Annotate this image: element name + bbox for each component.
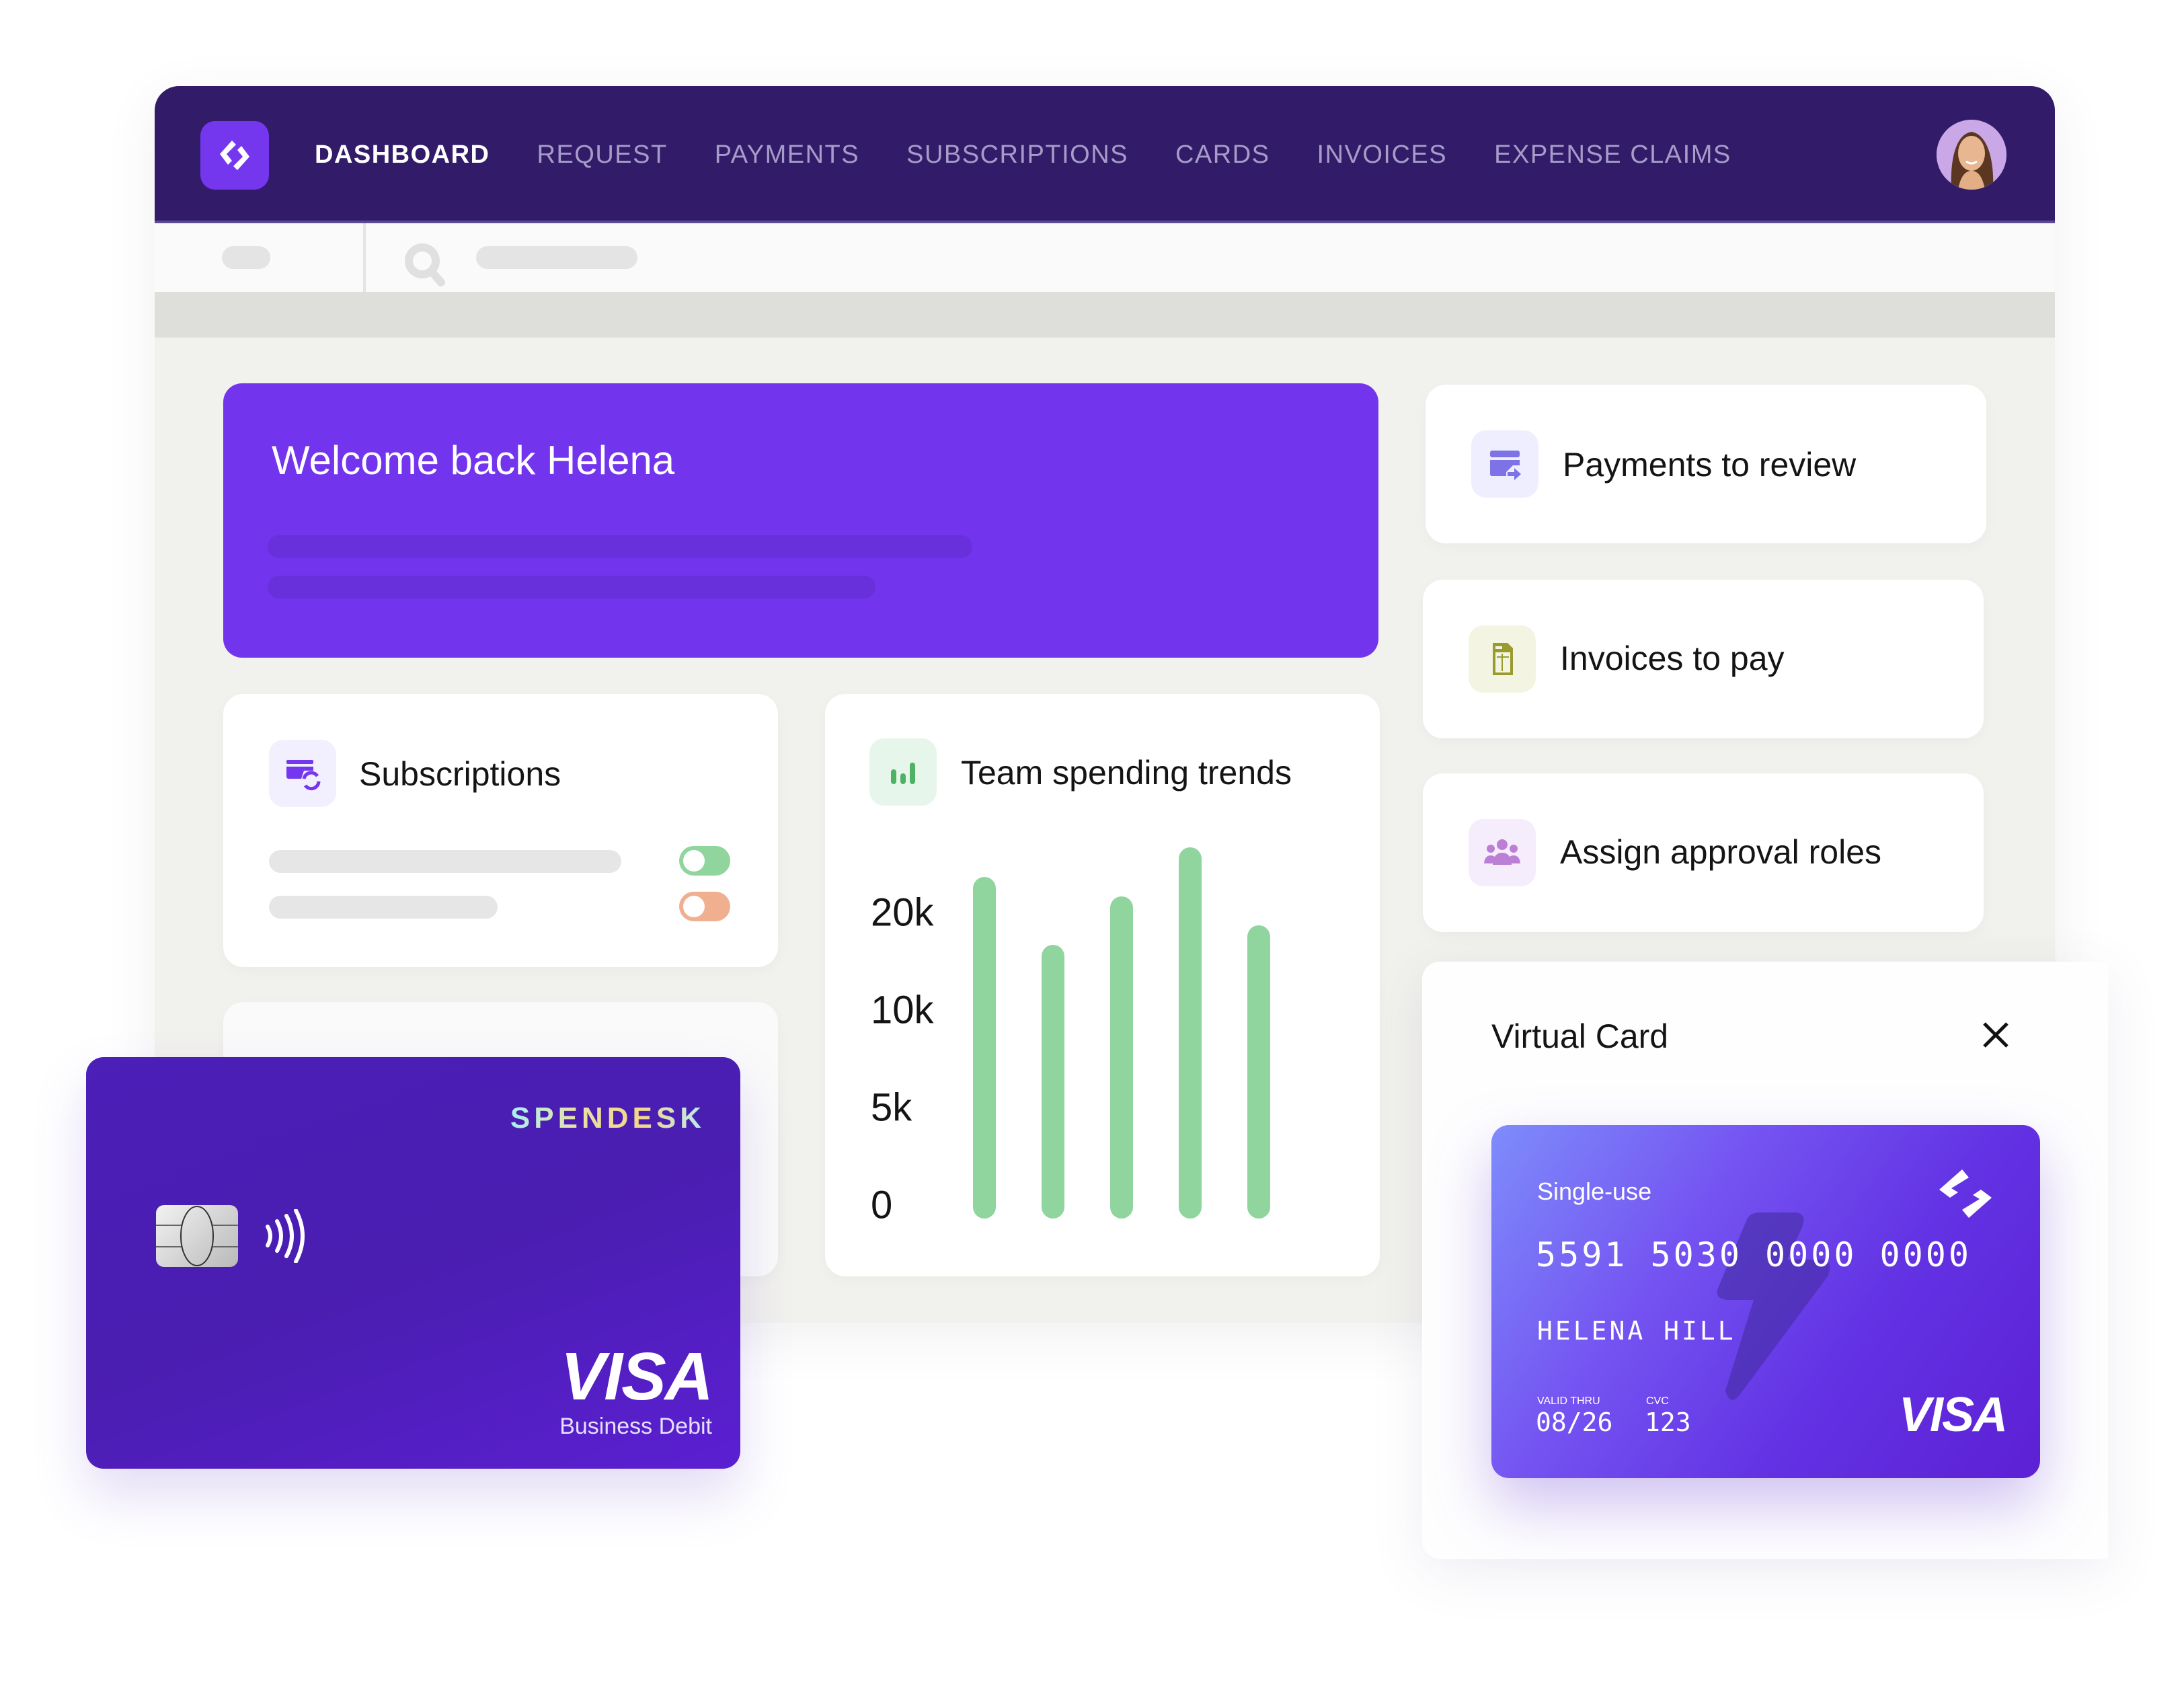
- card-number: 5591 5030 0000 0000: [1536, 1235, 1972, 1274]
- y-tick-label: 5k: [871, 1085, 912, 1130]
- nav-request[interactable]: REQUEST: [537, 141, 668, 169]
- welcome-placeholder-line: [268, 576, 875, 599]
- nav-subscriptions[interactable]: SUBSCRIPTIONS: [906, 141, 1128, 169]
- spending-chart: 0 5k 10k 20k: [825, 694, 1380, 1276]
- visa-logo: VISA: [1898, 1388, 2008, 1442]
- valid-thru-label: VALID THRU: [1537, 1395, 1600, 1407]
- quick-action-label: Assign approval roles: [1560, 833, 1882, 871]
- chart-bar[interactable]: [973, 876, 996, 1219]
- chart-bar[interactable]: [1247, 925, 1270, 1219]
- subscription-toggle[interactable]: [679, 846, 730, 876]
- invoice-icon: [1469, 625, 1536, 693]
- top-nav: DASHBOARD REQUEST PAYMENTS SUBSCRIPTIONS…: [155, 86, 2055, 223]
- chart-bar[interactable]: [1042, 945, 1064, 1219]
- nav-items: DASHBOARD REQUEST PAYMENTS SUBSCRIPTIONS…: [315, 86, 1779, 223]
- quick-action-label: Payments to review: [1563, 446, 1857, 484]
- toggle-knob: [683, 850, 705, 872]
- card-transfer-icon: [1471, 430, 1538, 498]
- subscriptions-title: Subscriptions: [359, 755, 561, 793]
- welcome-placeholder-line: [268, 535, 972, 558]
- nav-cards[interactable]: CARDS: [1175, 141, 1270, 169]
- quick-action-assign-approval-roles[interactable]: Assign approval roles: [1423, 773, 1984, 932]
- physical-card[interactable]: SPENDESK VISA Business Debit: [86, 1057, 740, 1469]
- cvc-label: CVC: [1646, 1395, 1669, 1407]
- welcome-banner: Welcome back Helena: [223, 383, 1378, 658]
- card-brand: SPENDESK: [510, 1102, 705, 1134]
- toggle-knob: [683, 896, 705, 917]
- virtual-card-title: Virtual Card: [1491, 1017, 1669, 1055]
- subscriptions-card[interactable]: Subscriptions: [223, 694, 778, 967]
- cvc-value: 123: [1645, 1408, 1691, 1437]
- card-holder: HELENA HILL: [1537, 1316, 1736, 1346]
- contactless-icon: [262, 1208, 309, 1266]
- chart-bar[interactable]: [1179, 847, 1202, 1219]
- user-avatar[interactable]: [1937, 120, 2006, 190]
- y-tick-label: 10k: [871, 988, 934, 1032]
- quick-action-payments-to-review[interactable]: Payments to review: [1426, 385, 1986, 543]
- subscription-toggle[interactable]: [679, 892, 730, 921]
- y-tick-label: 20k: [871, 890, 934, 935]
- subscription-placeholder-line: [269, 896, 498, 919]
- toolbar-divider: [363, 223, 366, 292]
- quick-action-invoices-to-pay[interactable]: Invoices to pay: [1423, 580, 1984, 738]
- spendesk-logo-icon[interactable]: [200, 121, 269, 190]
- toolbar-placeholder: [222, 246, 270, 269]
- users-icon: [1469, 819, 1536, 886]
- close-icon[interactable]: [1978, 1017, 2014, 1053]
- card-refresh-icon: [269, 740, 336, 807]
- chart-bar[interactable]: [1110, 896, 1133, 1219]
- spendesk-logo-icon: [1935, 1168, 1996, 1223]
- subheader-strip: [155, 292, 2055, 338]
- visa-logo: VISA: [560, 1339, 713, 1414]
- virtual-card[interactable]: Single-use 5591 5030 0000 0000 HELENA HI…: [1491, 1125, 2040, 1478]
- subscription-placeholder-line: [269, 850, 621, 873]
- nav-expense-claims[interactable]: EXPENSE CLAIMS: [1494, 141, 1731, 169]
- card-type: Business Debit: [559, 1414, 712, 1439]
- quick-action-label: Invoices to pay: [1560, 640, 1785, 677]
- search-icon[interactable]: [402, 241, 449, 288]
- nav-dashboard[interactable]: DASHBOARD: [315, 141, 490, 169]
- virtual-card-panel: Virtual Card Single-use 5591 5030 0000 0…: [1422, 962, 2108, 1559]
- search-input[interactable]: [476, 246, 637, 269]
- valid-thru: 08/26: [1536, 1408, 1613, 1437]
- team-spending-card: Team spending trends 0 5k 10k 20k: [825, 694, 1380, 1276]
- card-label: Single-use: [1537, 1178, 1652, 1205]
- toolbar: [155, 223, 2055, 292]
- nav-invoices[interactable]: INVOICES: [1317, 141, 1448, 169]
- chip-icon: [156, 1205, 238, 1267]
- welcome-title: Welcome back Helena: [272, 438, 675, 483]
- nav-payments[interactable]: PAYMENTS: [715, 141, 859, 169]
- y-tick-label: 0: [871, 1183, 893, 1227]
